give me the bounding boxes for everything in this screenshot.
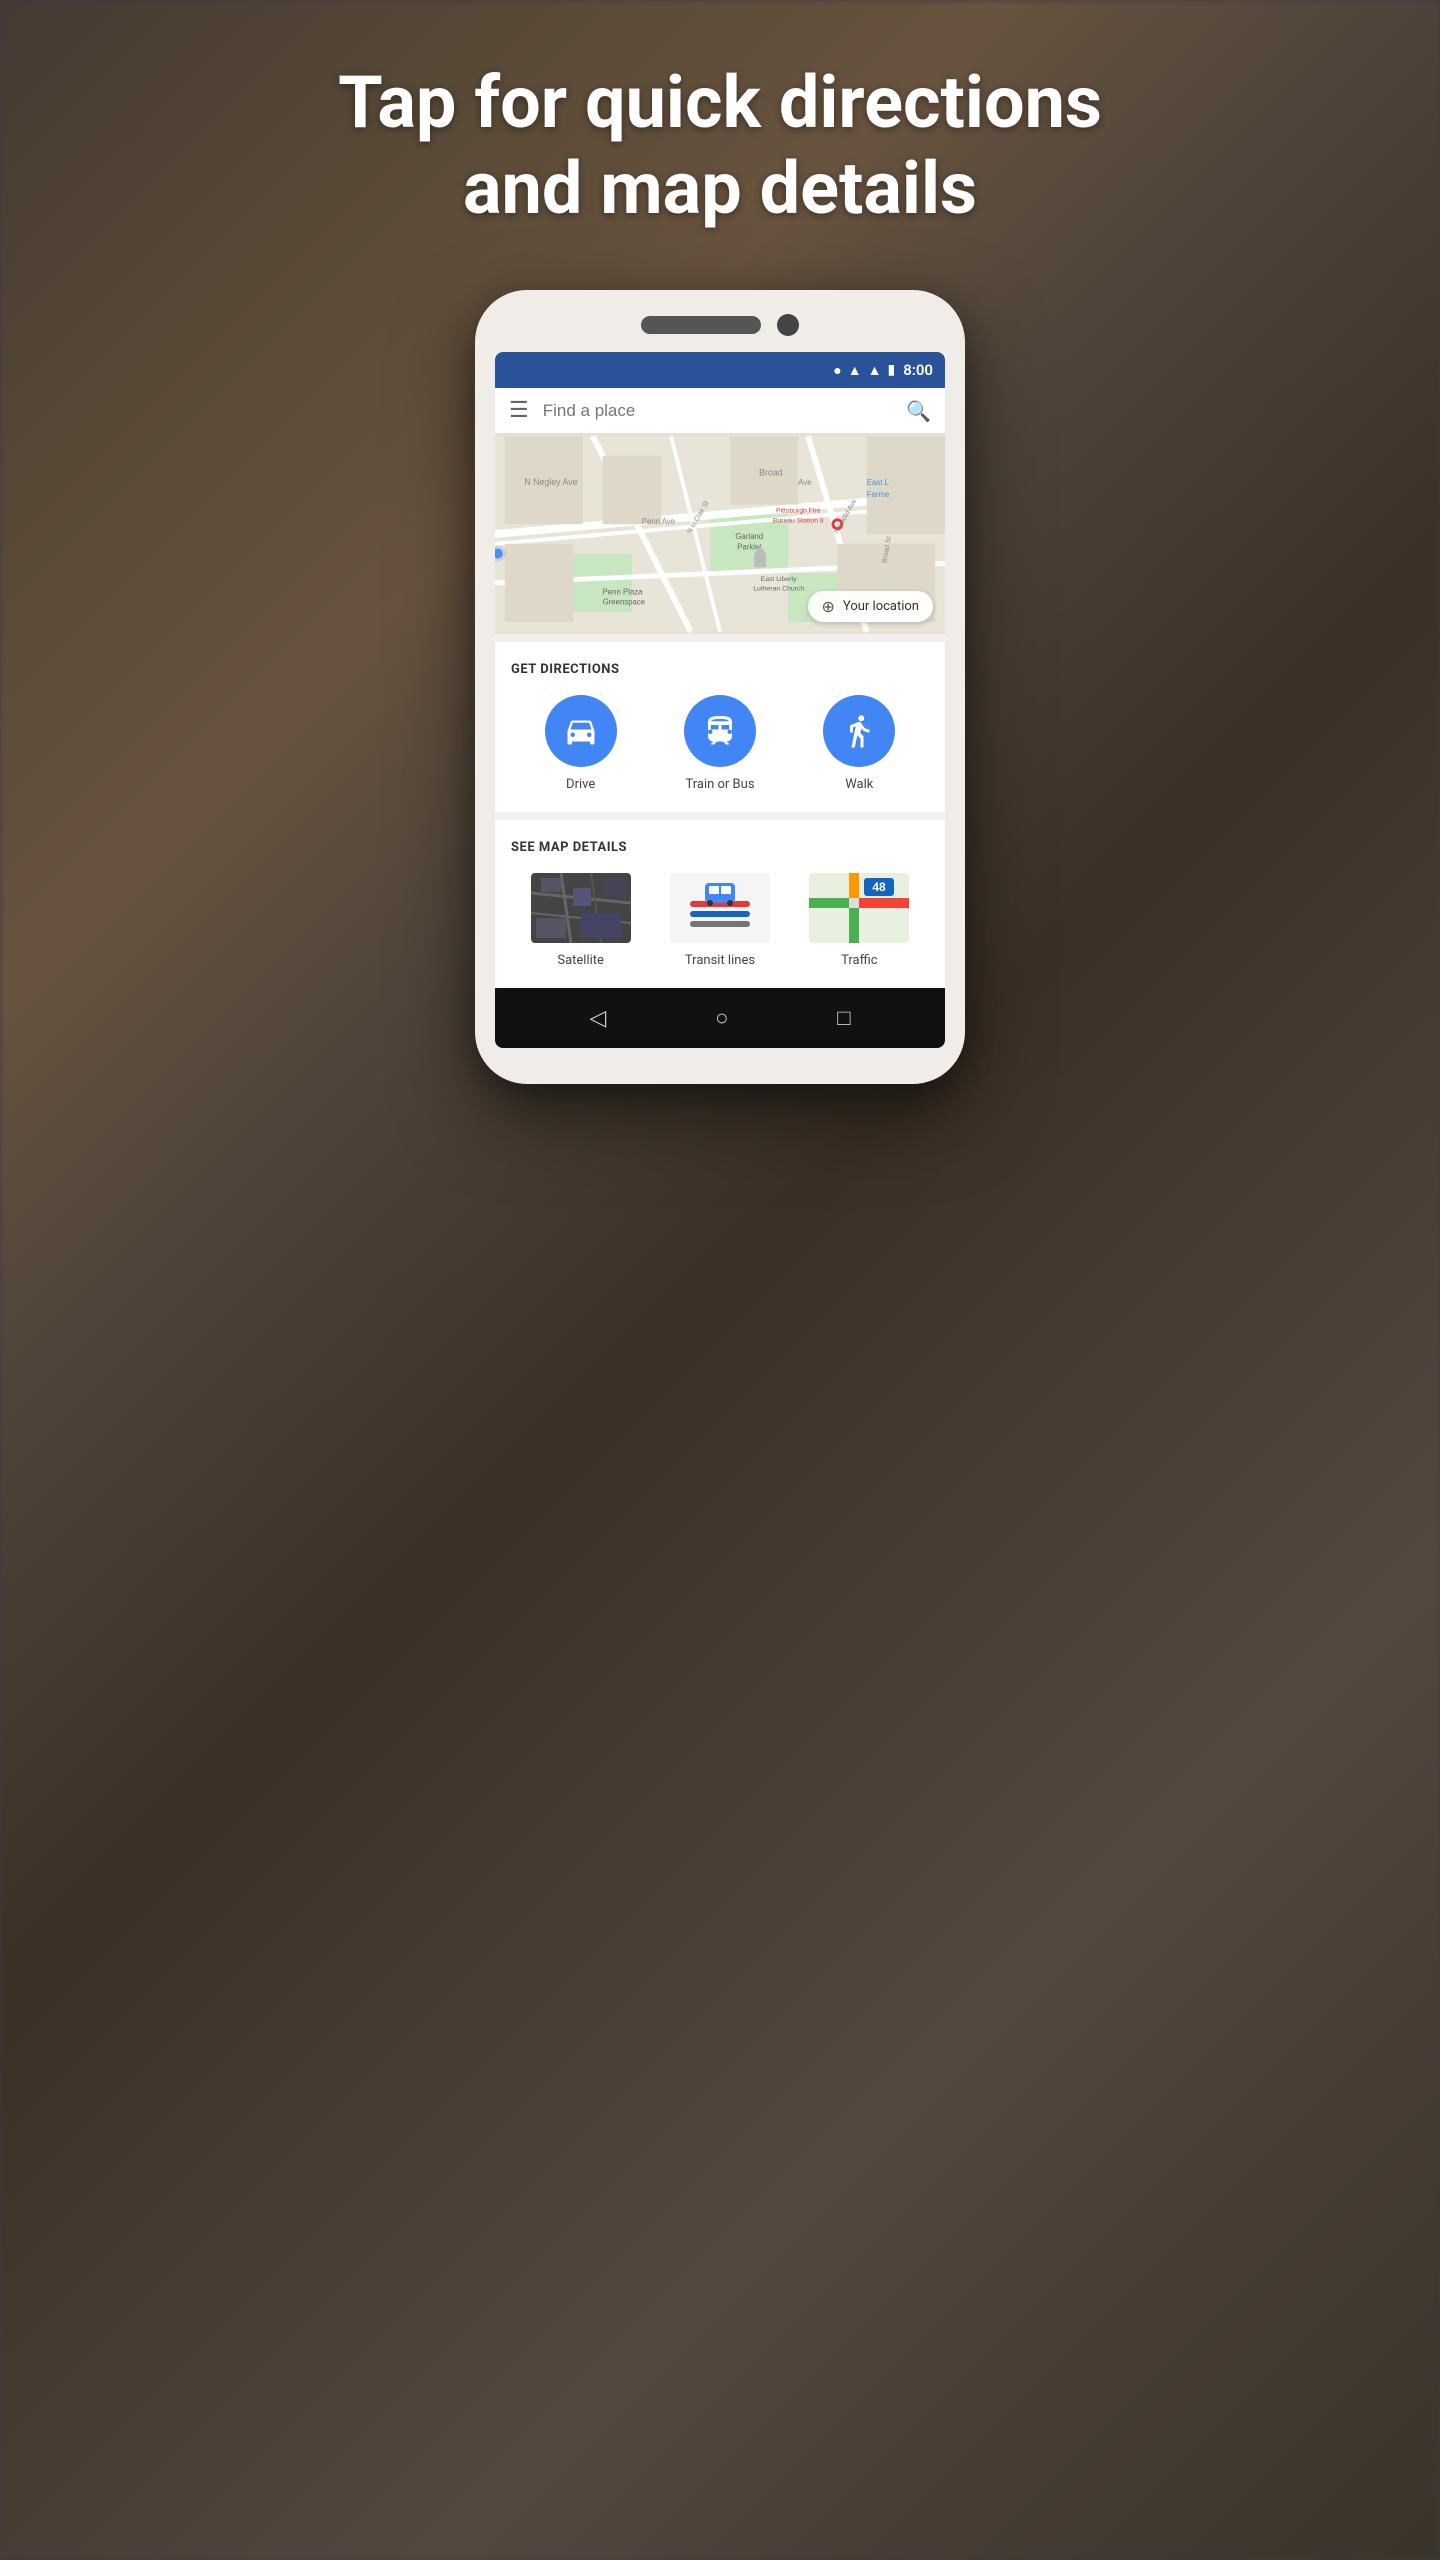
svg-text:Bureau Station 8: Bureau Station 8 — [773, 517, 824, 524]
map-area[interactable]: N Negley Ave Penn Ave East L Farme Broad… — [495, 434, 945, 634]
train-bus-circle — [684, 695, 756, 767]
svg-text:Garland: Garland — [735, 532, 763, 541]
signal-status-icon: ▲ — [868, 362, 882, 379]
battery-status-icon: ▮ — [887, 362, 895, 378]
satellite-label: Satellite — [557, 953, 604, 968]
your-location-button[interactable]: ⊕ Your location — [808, 591, 933, 622]
svg-text:Pittsburgh Fire: Pittsburgh Fire — [776, 507, 821, 514]
drive-item[interactable]: Drive — [545, 695, 617, 792]
walk-label: Walk — [845, 777, 873, 792]
transit-lines-label: Transit lines — [685, 953, 755, 968]
train-bus-item[interactable]: Train or Bus — [684, 695, 756, 792]
get-directions-title: GET DIRECTIONS — [511, 662, 929, 677]
svg-text:N Negley Ave: N Negley Ave — [524, 477, 577, 487]
svg-text:48: 48 — [873, 880, 887, 894]
phone-mockup: ● ▲ ▲ ▮ 8:00 ☰ 🔍 — [475, 290, 965, 1084]
see-map-details-section: SEE MAP DETAILS — [495, 812, 945, 988]
transit-lines-thumbnail — [670, 873, 770, 943]
svg-text:Lutheran Church: Lutheran Church — [753, 586, 804, 593]
phone-body: ● ▲ ▲ ▮ 8:00 ☰ 🔍 — [475, 290, 965, 1084]
svg-text:Greenspace: Greenspace — [603, 597, 646, 606]
train-bus-label: Train or Bus — [685, 777, 754, 792]
svg-text:Farme: Farme — [867, 490, 890, 499]
svg-text:East L: East L — [867, 478, 890, 487]
svg-text:Ave: Ave — [798, 478, 811, 487]
hero-title: Tap for quick directions and map details — [0, 60, 1440, 233]
wifi-status-icon: ▲ — [848, 362, 862, 379]
status-icons: ● ▲ ▲ ▮ — [833, 362, 895, 379]
your-location-label: Your location — [843, 599, 919, 614]
transit-lines-item[interactable]: Transit lines — [670, 873, 770, 968]
see-map-details-title: SEE MAP DETAILS — [511, 840, 929, 855]
status-bar: ● ▲ ▲ ▮ 8:00 — [495, 352, 945, 388]
satellite-item[interactable]: Satellite — [531, 873, 631, 968]
bottom-nav: ◁ ○ □ — [495, 988, 945, 1048]
walk-circle — [823, 695, 895, 767]
directions-row: Drive Train or Bus — [511, 695, 929, 792]
svg-text:Penn Ave: Penn Ave — [642, 517, 675, 526]
walk-item[interactable]: Walk — [823, 695, 895, 792]
get-directions-section: GET DIRECTIONS Drive — [495, 634, 945, 812]
phone-screen: ● ▲ ▲ ▮ 8:00 ☰ 🔍 — [495, 352, 945, 1048]
speaker — [641, 316, 761, 334]
back-button[interactable]: ◁ — [589, 1006, 606, 1031]
hamburger-icon[interactable]: ☰ — [509, 398, 529, 423]
search-input[interactable] — [543, 401, 892, 421]
svg-text:East Liberty: East Liberty — [761, 576, 798, 583]
traffic-thumbnail: 48 — [809, 873, 909, 943]
location-status-icon: ● — [833, 362, 841, 379]
home-button[interactable]: ○ — [715, 1005, 728, 1031]
traffic-label: Traffic — [841, 953, 877, 968]
phone-bottom-hardware — [495, 1048, 945, 1064]
svg-text:Penn Plaza: Penn Plaza — [603, 588, 644, 597]
search-bar[interactable]: ☰ 🔍 — [495, 388, 945, 434]
drive-circle — [545, 695, 617, 767]
phone-top-hardware — [495, 310, 945, 340]
traffic-item[interactable]: 48 Traffic — [809, 873, 909, 968]
search-icon[interactable]: 🔍 — [906, 399, 931, 423]
svg-text:Broad: Broad — [759, 467, 783, 477]
location-target-icon: ⊕ — [822, 597, 835, 616]
camera — [777, 314, 799, 336]
map-details-row: Satellite — [511, 873, 929, 968]
status-time: 8:00 — [903, 361, 933, 379]
drive-label: Drive — [566, 777, 595, 792]
recents-button[interactable]: □ — [837, 1005, 850, 1031]
satellite-thumbnail — [531, 873, 631, 943]
